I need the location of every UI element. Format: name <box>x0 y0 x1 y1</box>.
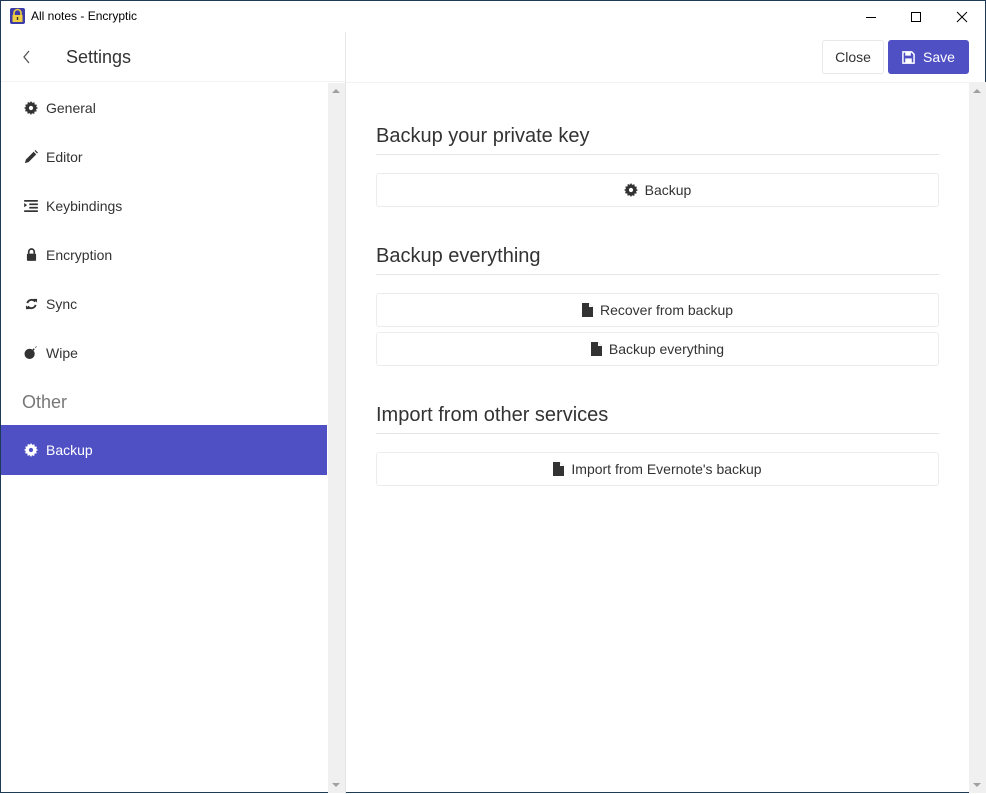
window-close-button[interactable] <box>939 1 985 32</box>
button-label: Import from Evernote's backup <box>571 461 762 477</box>
button-label: Backup everything <box>608 341 725 357</box>
button-label: Backup <box>644 182 692 198</box>
recover-from-backup-button[interactable]: Recover from backup <box>376 293 939 327</box>
maximize-button[interactable] <box>893 1 939 32</box>
close-button[interactable]: Close <box>822 40 884 74</box>
sidebar-item-encryption[interactable]: Encryption <box>1 230 327 279</box>
gear-icon <box>623 183 638 197</box>
lock-icon <box>24 248 38 262</box>
gear-icon <box>24 443 38 457</box>
sidebar-item-label: Wipe <box>46 344 78 361</box>
file-icon <box>590 342 602 356</box>
app-lock-icon <box>10 8 25 24</box>
sidebar-item-label: Sync <box>46 295 78 312</box>
app-window: All notes - Encryptic Settings General E… <box>0 0 986 794</box>
sidebar-item-sync[interactable]: Sync <box>1 279 327 328</box>
minimize-icon <box>866 16 876 18</box>
section-title-backup-everything: Backup everything <box>376 245 939 275</box>
content-scrollbar[interactable] <box>969 83 986 793</box>
sidebar-item-label: General <box>46 99 96 116</box>
section-title-import: Import from other services <box>376 404 939 434</box>
backup-everything-button[interactable]: Backup everything <box>376 332 939 366</box>
sidebar-item-label: Editor <box>46 148 83 165</box>
sidebar-item-label: Keybindings <box>46 197 123 214</box>
scroll-down-arrow-icon[interactable] <box>973 783 981 787</box>
sidebar-scrollbar[interactable] <box>328 83 345 793</box>
back-button[interactable] <box>17 46 37 68</box>
save-label: Save <box>923 49 955 65</box>
pencil-icon <box>24 149 38 164</box>
scroll-down-arrow-icon[interactable] <box>332 783 340 787</box>
floppy-disk-icon <box>902 50 915 64</box>
sidebar-item-editor[interactable]: Editor <box>1 132 327 181</box>
settings-header: Settings <box>1 32 345 82</box>
save-button[interactable]: Save <box>888 40 969 74</box>
sidebar-item-label: Backup <box>46 442 93 458</box>
button-label: Recover from backup <box>599 302 734 318</box>
sidebar-item-label: Encryption <box>46 246 113 263</box>
section-label-other: Other <box>22 392 68 412</box>
window-title: All notes - Encryptic <box>31 9 138 23</box>
refresh-icon <box>24 297 38 311</box>
sidebar-item-wipe[interactable]: Wipe <box>1 328 327 377</box>
file-icon <box>581 303 593 317</box>
scroll-up-arrow-icon[interactable] <box>973 89 981 93</box>
pane-divider <box>345 32 346 794</box>
section-title-private-key: Backup your private key <box>376 125 939 155</box>
settings-sidebar: General Editor Keybindings Encryption Sy… <box>1 83 328 793</box>
page-title: Settings <box>66 47 132 67</box>
sidebar-item-keybindings[interactable]: Keybindings <box>1 181 327 230</box>
settings-toolbar: Close Save <box>346 32 986 83</box>
minimize-button[interactable] <box>848 1 894 32</box>
scroll-up-arrow-icon[interactable] <box>332 89 340 93</box>
indent-list-icon <box>24 199 38 213</box>
import-evernote-button[interactable]: Import from Evernote's backup <box>376 452 939 486</box>
title-bar: All notes - Encryptic <box>1 1 985 32</box>
sidebar-item-general[interactable]: General <box>1 83 327 132</box>
gear-icon <box>24 100 38 115</box>
maximize-icon <box>911 11 921 22</box>
bomb-icon <box>24 346 38 360</box>
sidebar-item-backup[interactable]: Backup <box>1 425 327 475</box>
file-icon <box>553 462 565 476</box>
backup-private-key-button[interactable]: Backup <box>376 173 939 207</box>
chevron-left-icon <box>23 50 30 64</box>
close-icon <box>956 11 968 22</box>
